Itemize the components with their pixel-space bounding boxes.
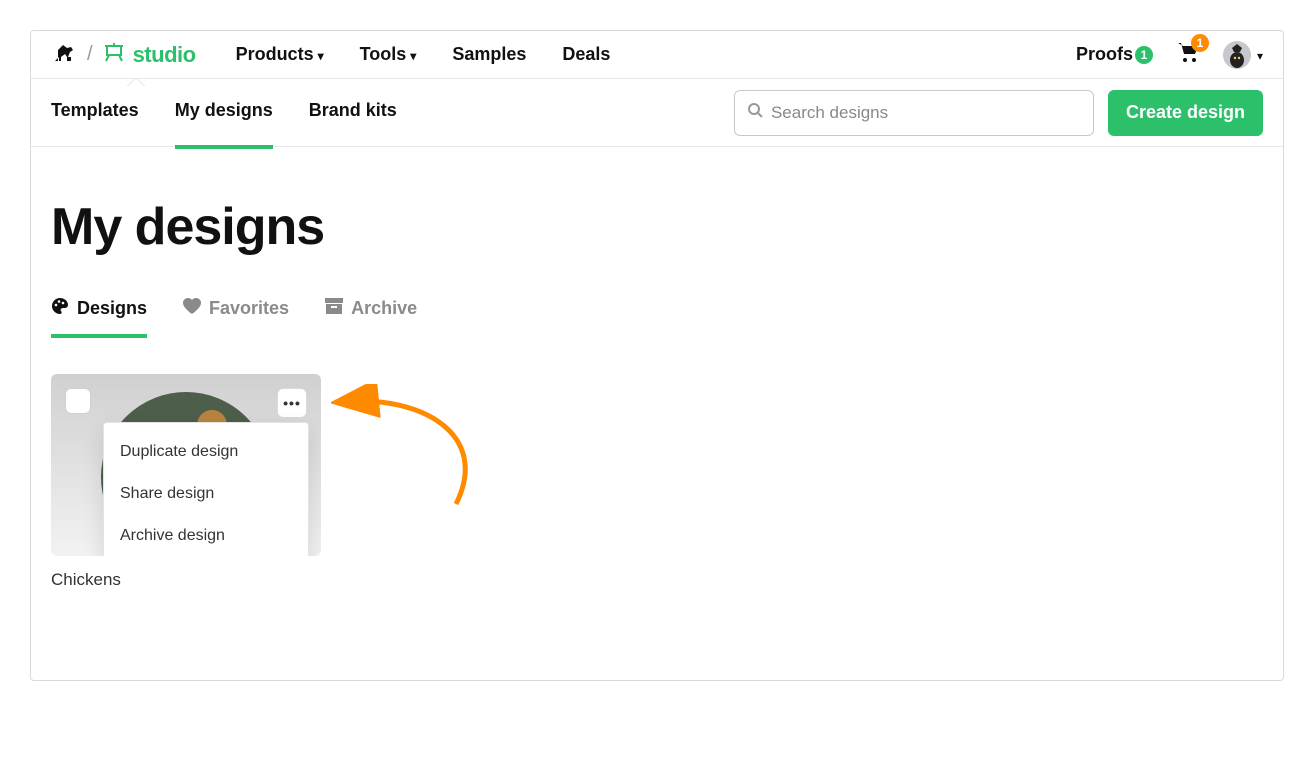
cart-icon [1177,49,1199,66]
cart-button[interactable]: 1 [1177,42,1199,67]
search-input-wrap[interactable] [734,90,1094,136]
nav-deals-label: Deals [562,44,610,65]
menu-archive-design[interactable]: Archive design [104,515,308,556]
search-input[interactable] [771,103,1081,123]
tab-my-designs[interactable]: My designs [175,100,273,149]
nav-right: Proofs 1 1 ▾ [1076,41,1263,69]
content: My designs Designs Favorites Archive [31,147,1283,680]
page-title: My designs [51,197,1263,257]
chevron-down-icon: ▾ [318,49,324,63]
avatar-icon [1223,41,1251,69]
tab-templates[interactable]: Templates [51,100,139,125]
chevron-down-icon: ▾ [1257,49,1263,63]
ellipsis-icon: ••• [283,395,301,411]
menu-duplicate-design[interactable]: Duplicate design [104,431,308,473]
proofs-label: Proofs [1076,44,1133,65]
filter-archive-label: Archive [351,298,417,319]
chevron-down-icon: ▾ [410,49,416,63]
topbar: / studio Products ▾ Tools ▾ Samples Deal… [31,31,1283,79]
nav-tools-label: Tools [360,44,407,65]
easel-icon [103,41,125,68]
nav-samples-label: Samples [452,44,526,65]
menu-share-design[interactable]: Share design [104,473,308,515]
brand: / studio [51,41,196,68]
proofs-count-badge: 1 [1135,46,1153,64]
nav-samples[interactable]: Samples [452,44,526,65]
filter-tab-archive[interactable]: Archive [325,297,417,334]
subnav: Templates My designs Brand kits Create d… [31,79,1283,147]
annotation-arrow [331,384,511,514]
nav-products-label: Products [236,44,314,65]
primary-nav: Products ▾ Tools ▾ Samples Deals [236,44,611,65]
filter-favorites-label: Favorites [209,298,289,319]
card-context-menu: Duplicate design Share design Archive de… [103,422,309,556]
separator-slash: / [87,43,93,66]
filter-tab-favorites[interactable]: Favorites [183,297,289,334]
select-checkbox[interactable] [65,388,91,414]
filter-designs-label: Designs [77,298,147,319]
more-options-button[interactable]: ••• [277,388,307,418]
filter-tabs: Designs Favorites Archive [51,297,1263,334]
brand-text: studio [133,42,196,68]
cards-row: ••• Duplicate design Share design Archiv… [51,374,1263,590]
account-menu[interactable]: ▾ [1223,41,1263,69]
archive-icon [325,298,343,319]
horse-icon [51,41,77,68]
tab-brand-kits[interactable]: Brand kits [309,100,397,125]
active-app-pointer [127,78,145,86]
design-title: Chickens [51,570,321,590]
nav-tools[interactable]: Tools ▾ [360,44,417,65]
app-window: / studio Products ▾ Tools ▾ Samples Deal… [30,30,1284,681]
design-thumbnail: ••• Duplicate design Share design Archiv… [51,374,321,556]
filter-tab-designs[interactable]: Designs [51,297,147,338]
subnav-tabs: Templates My designs Brand kits [51,100,397,125]
heart-icon [183,298,201,319]
palette-icon [51,297,69,320]
search-icon [747,102,763,123]
nav-products[interactable]: Products ▾ [236,44,324,65]
cart-count-badge: 1 [1191,34,1209,52]
proofs-link[interactable]: Proofs 1 [1076,44,1153,65]
create-design-button[interactable]: Create design [1108,90,1263,136]
design-card[interactable]: ••• Duplicate design Share design Archiv… [51,374,321,590]
nav-deals[interactable]: Deals [562,44,610,65]
subnav-right: Create design [734,90,1263,136]
